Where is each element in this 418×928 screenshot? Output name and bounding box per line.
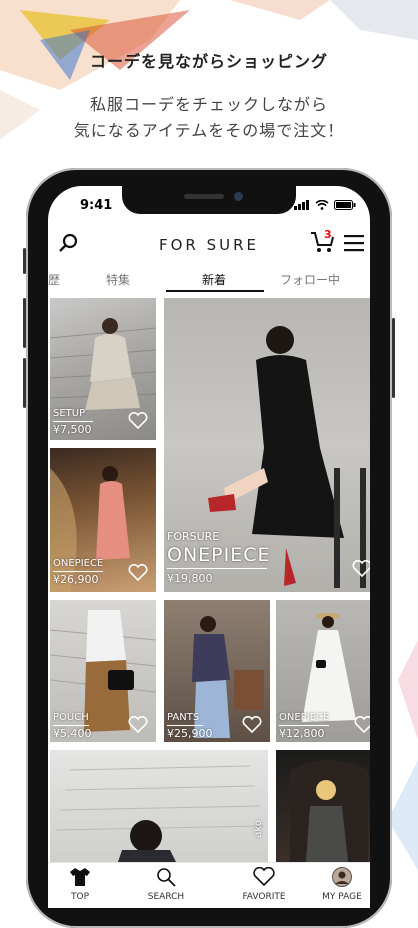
tile-category: ONEPIECE <box>279 712 330 723</box>
tabbar-label: MY PAGE <box>322 892 362 902</box>
tile-price: ¥25,900 <box>167 727 213 740</box>
tile-category: SETUP <box>53 408 86 419</box>
tile-category: ONEPIECE <box>167 544 271 566</box>
coordinate-tile-featured[interactable]: FORSURE ONEPIECE ¥19,800 kanako <box>164 298 370 592</box>
tab-features[interactable]: 特集 <box>106 271 130 288</box>
heart-icon[interactable] <box>242 716 262 734</box>
phone-mute-switch <box>23 248 26 274</box>
heart-icon[interactable] <box>128 564 148 582</box>
tile-divider <box>53 421 93 422</box>
cart-count-badge: 3 <box>324 228 332 241</box>
coordinate-tile[interactable]: ONEPIECE ¥12,800 <box>276 600 370 742</box>
phone-notch <box>122 186 296 214</box>
promo-headline: コーデを見ながらショッピング <box>89 52 328 71</box>
heart-icon[interactable] <box>128 716 148 734</box>
category-tabs: 歴 特集 新着 フォロー中 閲 <box>48 266 370 292</box>
coordinate-tile[interactable]: SETUP ¥7,500 <box>50 298 156 440</box>
front-camera <box>234 192 243 201</box>
tile-price: ¥5,400 <box>53 727 92 740</box>
phone-screen: 9:41 FOR SURE 3 歴 特集 新着 フォロー中 閲 SETUP <box>48 186 370 908</box>
phone-side-button <box>392 318 395 398</box>
wifi-icon <box>315 200 329 210</box>
search-icon <box>157 868 176 887</box>
promo-subtext-line2: 気になるアイテムをその場で注文！ <box>73 121 345 140</box>
tabbar-search[interactable]: SEARCH <box>134 867 198 902</box>
heart-icon <box>253 866 275 887</box>
tab-history[interactable]: 歴 <box>48 271 60 288</box>
coordinate-tile[interactable]: PANTS ¥25,900 <box>164 600 270 742</box>
tabbar-favorite[interactable]: FAVORITE <box>232 866 296 902</box>
coordinate-photo <box>55 765 265 862</box>
coordinate-tile[interactable]: POUCH ¥5,400 <box>50 600 156 742</box>
tile-creator: kanako <box>369 410 370 446</box>
tab-following[interactable]: フォロー中 <box>280 271 340 288</box>
background-paint-art-right <box>388 640 418 870</box>
avatar-icon <box>332 867 352 887</box>
tabbar-label: SEARCH <box>147 892 185 902</box>
active-tab-indicator <box>166 290 264 292</box>
tile-price: ¥19,800 <box>167 572 213 585</box>
tile-divider <box>167 725 203 726</box>
coordinate-tile[interactable] <box>276 750 370 862</box>
signal-icon <box>294 200 309 210</box>
heart-icon[interactable] <box>128 412 148 430</box>
coordinate-photo <box>290 760 368 862</box>
tabbar-mypage[interactable]: MY PAGE <box>310 867 370 902</box>
promo-copy: コーデを見ながらショッピング 私服コーデをチェックしながら 気になるアイテムをそ… <box>0 48 418 144</box>
tabbar-label: FAVORITE <box>242 892 286 902</box>
tile-divider <box>53 571 103 572</box>
tile-category: PANTS <box>167 712 200 723</box>
heart-icon[interactable] <box>354 716 370 734</box>
app-header: FOR SURE 3 <box>48 226 370 262</box>
tab-new[interactable]: 新着 <box>202 271 226 288</box>
promo-subtext: 私服コーデをチェックしながら 気になるアイテムをその場で注文！ <box>0 92 418 144</box>
status-icons <box>294 200 356 210</box>
tabbar-label: TOP <box>70 892 89 902</box>
tile-divider <box>167 568 267 569</box>
tile-brand: FORSURE <box>167 530 220 543</box>
phone-volume-up <box>23 298 26 348</box>
bottom-tab-bar: TOP SEARCH FAVORITE MY PAGE <box>48 862 370 908</box>
hamburger-menu-icon[interactable] <box>344 234 364 252</box>
tile-price: ¥26,900 <box>53 573 99 586</box>
phone-volume-down <box>23 358 26 408</box>
heart-icon[interactable] <box>352 560 370 578</box>
tile-category: POUCH <box>53 712 89 723</box>
speaker <box>184 194 224 199</box>
tshirt-icon <box>70 868 90 886</box>
tile-creator: ako <box>253 820 264 838</box>
tile-divider <box>279 725 329 726</box>
tile-divider <box>53 725 89 726</box>
coordinate-tile[interactable]: ONEPIECE ¥26,900 <box>50 448 156 592</box>
tile-category: ONEPIECE <box>53 558 104 569</box>
cart-icon[interactable] <box>310 230 336 254</box>
tile-price: ¥12,800 <box>279 727 325 740</box>
battery-icon <box>334 200 356 210</box>
tabbar-top[interactable]: TOP <box>48 867 112 902</box>
coordinate-tile[interactable]: ako <box>50 750 268 862</box>
promo-subtext-line1: 私服コーデをチェックしながら <box>89 95 328 114</box>
tile-price: ¥7,500 <box>53 423 92 436</box>
status-time: 9:41 <box>80 198 113 213</box>
